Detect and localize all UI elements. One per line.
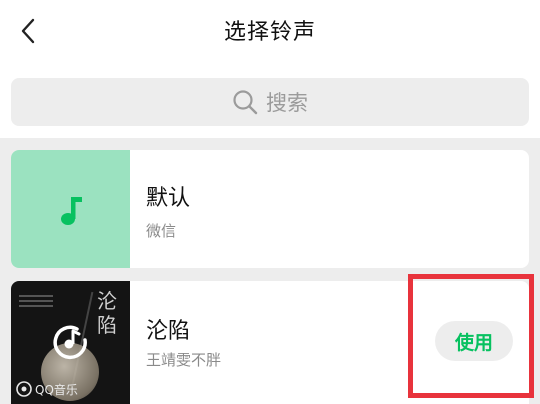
ringtone-thumbnail: [11, 150, 130, 268]
ringtone-name: 默认: [146, 186, 191, 211]
search-input[interactable]: 搜索: [11, 78, 529, 126]
qq-music-brand: QQ音乐: [16, 380, 78, 398]
ringtone-source: 微信: [146, 222, 177, 240]
artwork-title: 沦陷: [97, 289, 117, 337]
search-placeholder: 搜索: [266, 91, 308, 115]
search-icon: [233, 90, 258, 115]
page-title: 选择铃声: [223, 20, 316, 45]
use-button[interactable]: 使用: [435, 321, 513, 361]
play-icon[interactable]: [52, 323, 90, 361]
artwork-decoration: [19, 295, 53, 315]
qq-music-logo-icon: [16, 381, 32, 397]
qq-music-label: QQ音乐: [35, 382, 78, 397]
music-note-icon: [60, 197, 82, 225]
ringtone-name: 沦陷: [146, 319, 191, 344]
album-artwork: 沦陷 QQ音乐: [11, 281, 130, 404]
ringtone-artist: 王靖雯不胖: [146, 351, 222, 369]
ringtone-item-song[interactable]: 沦陷 QQ音乐 沦陷 王靖雯不胖 使用: [11, 281, 529, 404]
top-bar: 选择铃声 搜索: [0, 0, 540, 138]
ringtone-item-default[interactable]: 默认 微信: [11, 150, 529, 268]
